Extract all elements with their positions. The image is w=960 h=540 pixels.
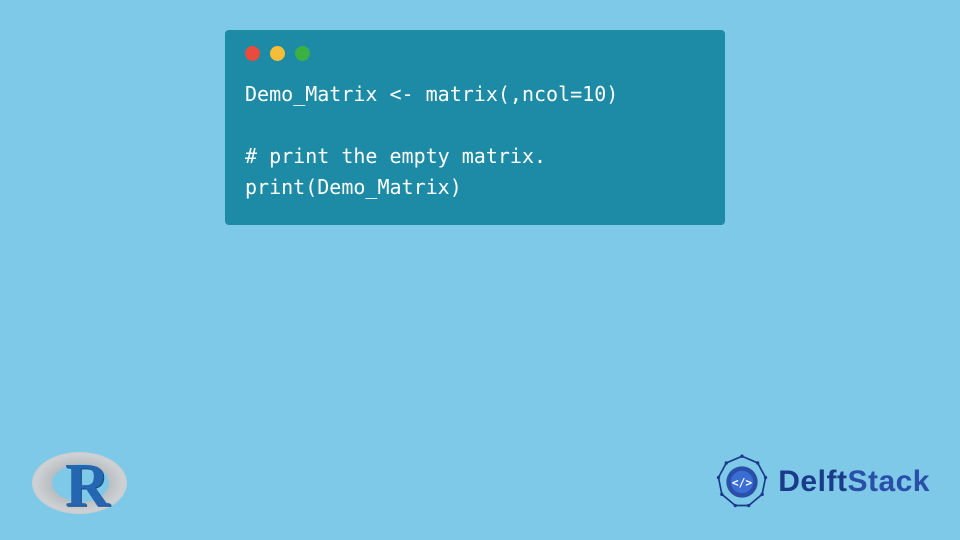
svg-text:</>: </>: [732, 476, 752, 489]
r-logo-letter: R: [65, 455, 110, 517]
delftstack-text: DelftStack: [778, 465, 930, 499]
minimize-icon: [270, 46, 285, 61]
code-window: Demo_Matrix <- matrix(,ncol=10) # print …: [225, 30, 725, 225]
delftstack-logo-icon: </>: [714, 454, 770, 510]
window-title-bar: [245, 46, 705, 61]
code-line-1: Demo_Matrix <- matrix(,ncol=10): [245, 82, 618, 106]
maximize-icon: [295, 46, 310, 61]
brand-part1: Delft: [778, 465, 847, 498]
brand-part2: Stack: [847, 465, 930, 498]
code-line-3: # print the empty matrix.: [245, 144, 546, 168]
close-icon: [245, 46, 260, 61]
r-language-logo: R: [32, 447, 127, 522]
code-block: Demo_Matrix <- matrix(,ncol=10) # print …: [245, 79, 705, 203]
delftstack-brand: </> DelftStack: [714, 454, 930, 510]
code-line-4: print(Demo_Matrix): [245, 175, 462, 199]
